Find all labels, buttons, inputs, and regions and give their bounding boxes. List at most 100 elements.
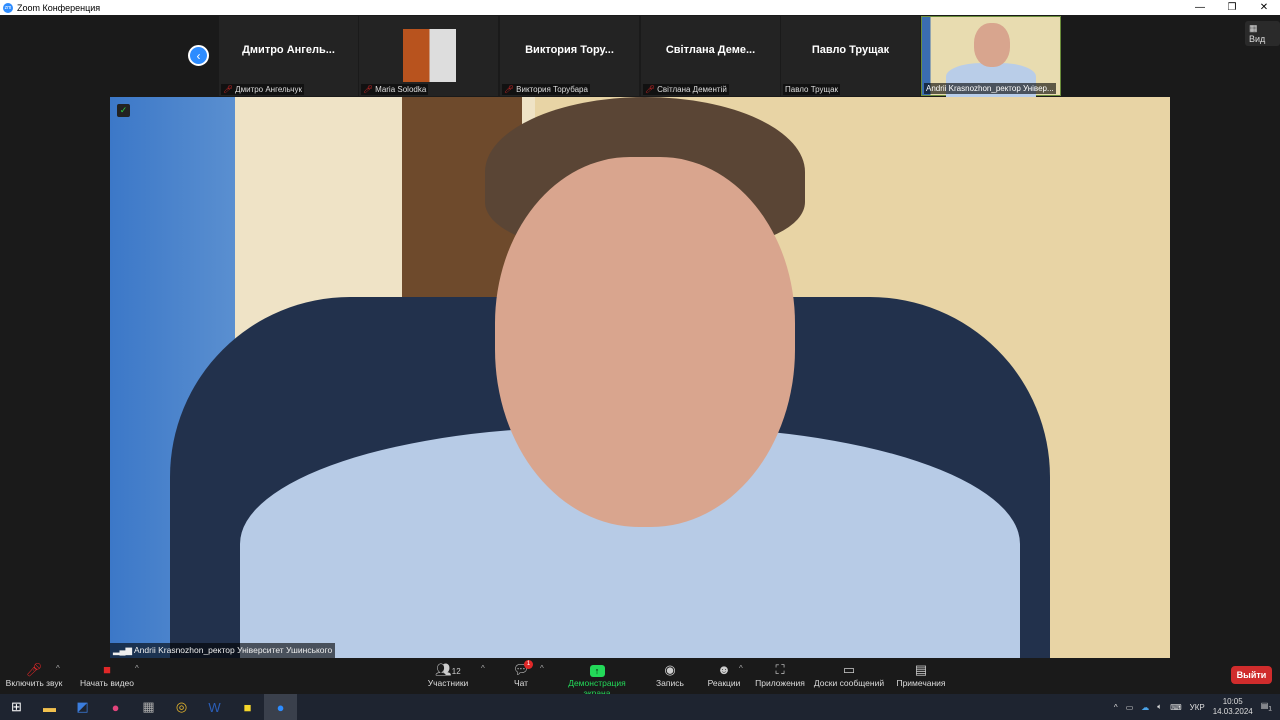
participant-big-name: Виктория Тору... [525,44,614,56]
chat-caret[interactable]: ^ [540,664,544,673]
encryption-shield-icon[interactable]: ✓ [117,104,130,117]
participant-big-name: Світлана Деме... [665,44,756,56]
active-speaker-video: ✓ ▂▄▆ Andrii Krasnozhon_ректор Університ… [110,97,1170,658]
participant-name-label: Павло Трущак [783,84,841,95]
minimize-button[interactable]: — [1184,0,1216,15]
muted-mic-icon: 🎤︎ [223,85,234,94]
participants-icon: 👥︎12 [435,662,461,677]
notification-count: 1 [1268,705,1272,713]
participant-name: Світлана Дементій [657,85,727,94]
meeting-toolbar [0,658,1280,694]
participant-name: Павло Трущак [785,85,839,94]
notes-button[interactable]: ▤ Примечания [894,661,948,688]
participant-name-label: 🎤︎ Дмитро Ангельчук [221,84,304,95]
apps-label: Приложения [755,678,805,688]
whiteboards-label: Доски сообщений [813,678,885,688]
time: 10:05 [1222,697,1243,706]
notes-icon: ▤ [914,662,928,677]
tray-expand-icon[interactable]: ^ [1114,703,1118,712]
start-video-label: Начать видео [79,678,134,688]
paint-icon[interactable]: ● [99,694,132,720]
speaker-name: Andrii Krasnozhon_ректор Університет Уши… [134,645,333,655]
reactions-icon: ☻ [717,662,731,677]
muted-mic-icon: 🎤︎ [25,662,43,677]
participant-name-label: 🎤︎ Виктория Торубара [502,84,590,95]
muted-mic-icon: 🎤︎ [645,85,656,94]
participant-big-name: Дмитро Ангель... [242,44,335,56]
start-video-button[interactable]: ■ Начать видео [78,661,136,688]
start-button[interactable]: ⊞ [0,694,33,720]
share-screen-icon: ↑ [554,661,640,678]
chat-label: Чат [513,678,529,688]
record-icon: ◉ [664,662,676,677]
view-label: Вид [1249,34,1266,44]
notifications-icon[interactable]: ▤1 [1261,701,1272,713]
language-indicator[interactable]: УКР [1190,703,1205,712]
notes-label: Примечания [896,678,946,688]
share-screen-button[interactable]: ↑ Демонстрация экрана [554,661,640,698]
volume-icon[interactable]: 🔈︎ [1157,702,1162,712]
close-button[interactable]: ✕ [1248,0,1280,15]
unmute-label: Включить звук [5,678,63,688]
calculator-icon[interactable]: ▦ [132,694,165,720]
grid-icon: ▦ [1249,23,1258,33]
system-tray: ^ ▭ ☁ 🔈︎ ⌨ УКР 10:05 14.03.2024 ▤1 [1114,694,1272,720]
chrome-icon[interactable]: ◎ [165,694,198,720]
participants-count: 12 [451,667,461,676]
sticky-notes-icon[interactable]: ■ [231,694,264,720]
participant-avatar [403,29,456,82]
whiteboard-icon: ▭ [842,662,856,677]
reactions-label: Реакции [707,678,741,688]
view-button[interactable]: ▦ Вид [1245,21,1280,46]
title-bar: zm Zoom Конференция — ❐ ✕ [0,0,1280,15]
participant-tile[interactable]: Павло Трущак Павло Трущак [781,16,920,96]
participant-name-label: 🎤︎ Світлана Дементій [643,84,729,95]
video-options-caret[interactable]: ^ [135,664,139,673]
participant-tile[interactable]: Світлана Деме... 🎤︎ Світлана Дементій [641,16,780,96]
video-off-icon: ■ [103,662,111,677]
participant-name: Дмитро Ангельчук [235,85,302,94]
leave-button[interactable]: Выйти [1231,666,1272,684]
onedrive-icon[interactable]: ☁ [1141,703,1149,712]
participants-caret[interactable]: ^ [481,664,485,673]
maximize-button[interactable]: ❐ [1216,0,1248,15]
previous-page-button[interactable]: ‹ [188,45,209,66]
participant-tile[interactable]: Дмитро Ангель... 🎤︎ Дмитро Ангельчук [219,16,358,96]
network-icon[interactable]: ▭ [1126,703,1134,712]
record-label: Запись [656,678,684,688]
keyboard-icon[interactable]: ⌨ [1170,703,1182,712]
muted-mic-icon: 🎤︎ [504,85,515,94]
reactions-caret[interactable]: ^ [739,664,743,673]
speaker-name-label: ▂▄▆ Andrii Krasnozhon_ректор Університет… [110,643,336,658]
participant-name-label: 🎤︎ Maria Solodka [361,84,429,95]
chat-unread-badge: 1 [524,660,533,669]
word-icon[interactable]: W [198,694,231,720]
reactions-button[interactable]: ☻ Реакции [704,661,744,688]
signal-icon: ▂▄▆ [113,645,134,655]
file-explorer-icon[interactable]: ▬ [33,694,66,720]
zoom-logo-icon: zm [3,2,13,13]
date: 14.03.2024 [1212,707,1253,716]
zoom-taskbar-icon[interactable]: ● [264,694,297,720]
self-name: Andrii Krasnozhon_ректор Універ... [924,83,1056,94]
video-face [974,23,1010,67]
audio-options-caret[interactable]: ^ [56,664,60,673]
windows-taskbar: ⊞ ▬ ◩ ● ▦ ◎ W ■ ● ^ ▭ ☁ 🔈︎ ⌨ УКР 10:05 14… [0,694,1280,720]
record-button[interactable]: ◉ Запись [652,661,688,688]
window-title: Zoom Конференция [17,2,101,13]
apps-button[interactable]: ⛶ Приложения [754,661,806,688]
participant-big-name: Павло Трущак [811,44,890,56]
self-video-tile[interactable]: Andrii Krasnozhon_ректор Універ... [921,16,1061,97]
muted-mic-icon: 🎤︎ [363,85,374,94]
participant-name: Maria Solodka [375,85,427,94]
participants-button[interactable]: 👥︎12 Участники [424,661,472,688]
whiteboards-button[interactable]: ▭ Доски сообщений [812,661,886,688]
unmute-button[interactable]: 🎤︎ Включить звук [4,661,64,688]
clock[interactable]: 10:05 14.03.2024 [1213,697,1253,717]
video-face [495,157,795,527]
apps-icon: ⛶ [775,662,785,677]
participant-tile[interactable]: Виктория Тору... 🎤︎ Виктория Торубара [500,16,639,96]
app-icon[interactable]: ◩ [66,694,99,720]
participant-tile[interactable]: 🎤︎ Maria Solodka [359,16,498,96]
participant-name: Виктория Торубара [516,85,588,94]
